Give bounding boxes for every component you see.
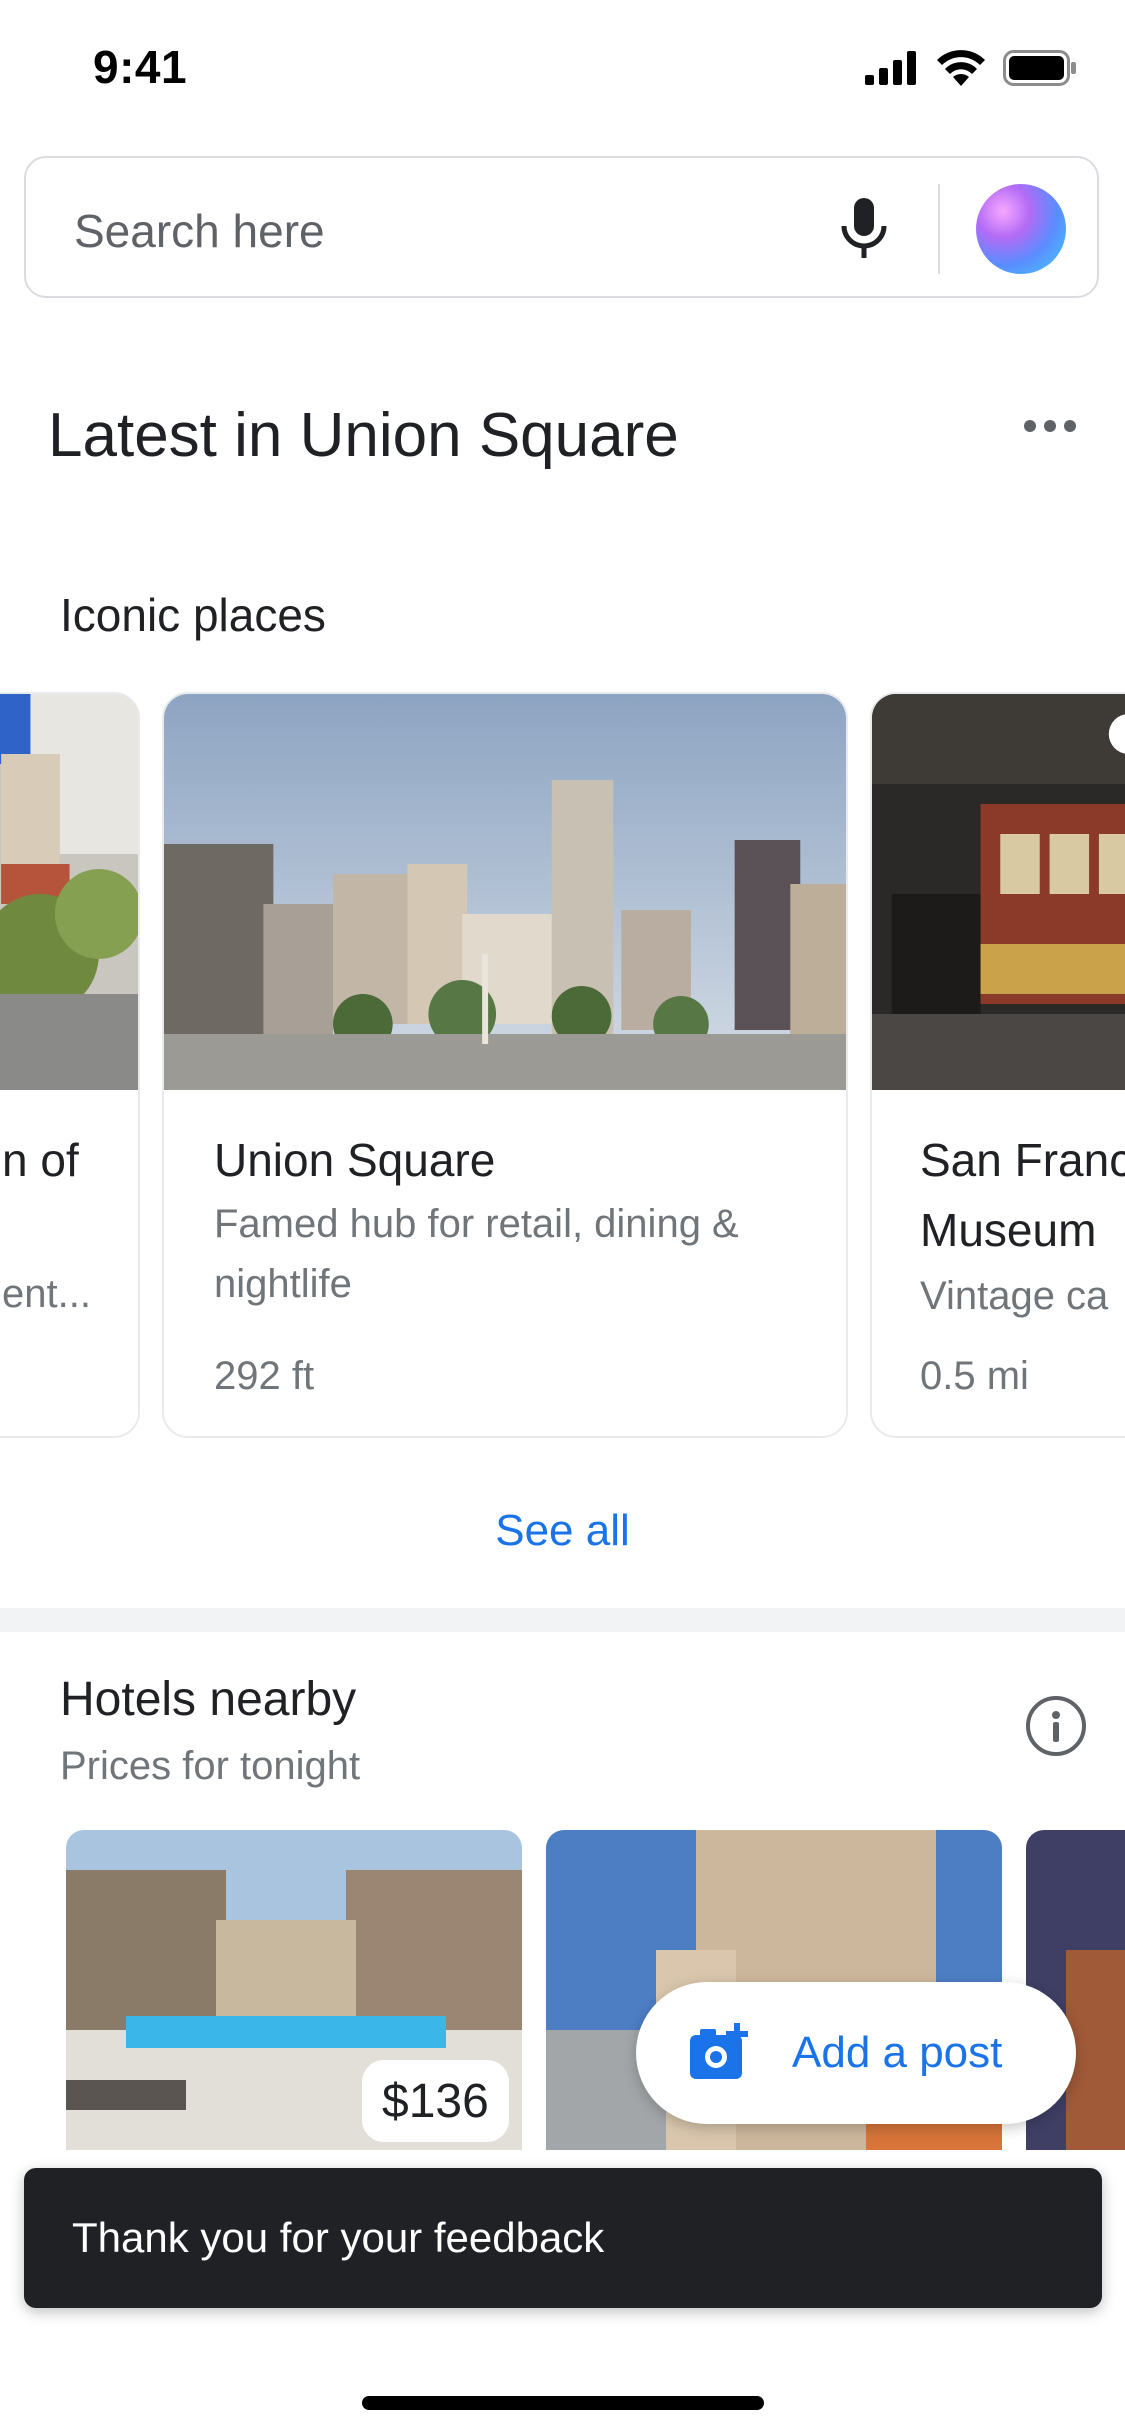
battery-icon	[1003, 50, 1076, 86]
wifi-icon	[937, 50, 985, 86]
section-divider	[0, 1608, 1125, 1632]
cellular-icon	[865, 51, 916, 85]
see-all-link[interactable]: See all	[0, 1506, 1125, 1556]
status-icons	[865, 50, 1077, 86]
place-card-title: n of	[2, 1134, 79, 1186]
place-card-description: Vintage ca	[920, 1274, 1109, 1318]
place-photo	[872, 694, 1125, 1090]
search-bar[interactable]: Search here	[24, 156, 1099, 298]
place-card-left[interactable]: n of ent...	[0, 692, 140, 1438]
search-divider	[938, 184, 940, 274]
add-post-button[interactable]: Add a post	[636, 1982, 1076, 2124]
place-card-union-square[interactable]: Union Square Famed hub for retail, dinin…	[162, 692, 848, 1438]
place-card-description: ent...	[2, 1272, 91, 1316]
place-card-title: Union Square	[214, 1134, 496, 1186]
snackbar-text: Thank you for your feedback	[72, 2214, 605, 2261]
status-time: 9:41	[93, 41, 188, 93]
add-photo-icon	[690, 2023, 748, 2079]
hotels-subtitle: Prices for tonight	[60, 1744, 361, 1788]
place-card-distance: 0.5 mi	[920, 1354, 1029, 1398]
place-card-distance: 292 ft	[214, 1354, 315, 1398]
more-horizontal-icon[interactable]	[1024, 420, 1076, 432]
place-card-title-line2: Museum	[920, 1204, 1097, 1256]
place-card-description: Famed hub for retail, dining & nightlife	[214, 1202, 739, 1306]
place-photo	[0, 694, 138, 1090]
hotels-heading: Hotels nearby	[60, 1673, 357, 1726]
info-icon[interactable]	[1026, 1696, 1086, 1756]
microphone-icon[interactable]	[840, 198, 888, 260]
place-card-cable-car-museum[interactable]: San Franc Museum Vintage ca 0.5 mi	[870, 692, 1125, 1438]
hotel-price-badge: $136	[362, 2060, 509, 2142]
page-title: Latest in Union Square	[48, 401, 679, 470]
place-photo	[164, 694, 846, 1090]
iconic-places-heading: Iconic places	[60, 589, 326, 641]
home-indicator[interactable]	[362, 2396, 764, 2410]
search-input[interactable]: Search here	[74, 204, 325, 258]
add-post-label: Add a post	[792, 2028, 1003, 2077]
gemini-icon[interactable]	[976, 184, 1066, 274]
feedback-snackbar: Thank you for your feedback	[24, 2168, 1102, 2308]
place-card-title-line1: San Franc	[920, 1134, 1125, 1186]
